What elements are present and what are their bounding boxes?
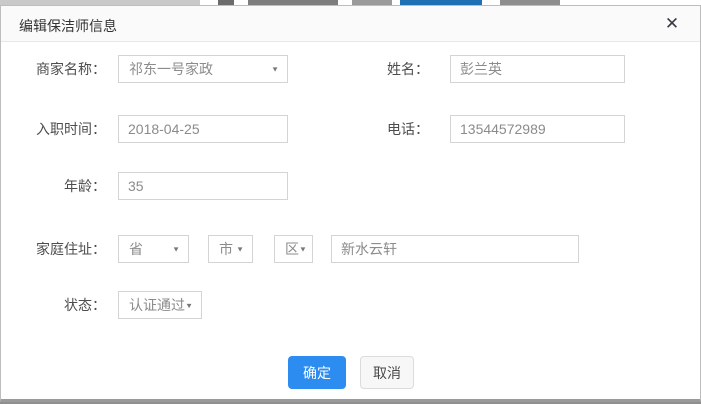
city-select-value: 市 [219, 239, 233, 259]
form-row-address: 家庭住址： 省 ▼ 市 ▼ 区 ▼ [1, 235, 700, 263]
city-select[interactable]: 市 ▼ [208, 235, 253, 263]
province-select[interactable]: 省 ▼ [118, 235, 189, 263]
merchant-select[interactable]: 祁东一号家政 ▼ [118, 55, 288, 83]
edit-housekeeper-dialog: 编辑保洁师信息 ✕ 商家名称： 祁东一号家政 ▼ 姓名： 入职时间： 电话： 年… [0, 5, 701, 402]
phone-label: 电话： [351, 115, 429, 143]
district-select[interactable]: 区 ▼ [274, 235, 313, 263]
district-select-value: 区 [285, 239, 299, 259]
merchant-label: 商家名称： [11, 55, 106, 83]
entry-date-label: 入职时间： [11, 115, 106, 143]
entry-date-input[interactable] [118, 115, 288, 143]
address-detail-input[interactable] [331, 235, 579, 263]
age-label: 年龄： [11, 172, 106, 200]
chevron-down-icon: ▼ [271, 65, 279, 73]
name-label: 姓名： [351, 55, 429, 83]
chevron-down-icon: ▼ [236, 245, 244, 253]
form-row-date-phone: 入职时间： 电话： [1, 115, 700, 143]
phone-input[interactable] [450, 115, 625, 143]
province-select-value: 省 [129, 239, 143, 259]
dialog-title: 编辑保洁师信息 [19, 16, 117, 36]
form-row-merchant-name: 商家名称： 祁东一号家政 ▼ 姓名： [1, 55, 700, 83]
status-select-value: 认证通过 [129, 295, 185, 315]
merchant-select-value: 祁东一号家政 [129, 59, 213, 79]
address-label: 家庭住址： [11, 235, 106, 263]
chevron-down-icon: ▼ [185, 301, 193, 309]
dialog-footer: 确定 取消 [1, 356, 700, 390]
confirm-button[interactable]: 确定 [288, 356, 346, 389]
cancel-button[interactable]: 取消 [360, 356, 414, 389]
form-row-status: 状态： 认证通过 ▼ [1, 291, 700, 319]
chevron-down-icon: ▼ [172, 245, 180, 253]
status-select[interactable]: 认证通过 ▼ [118, 291, 202, 319]
form-row-age: 年龄： [1, 172, 700, 200]
status-label: 状态： [11, 291, 106, 319]
close-icon[interactable]: ✕ [660, 12, 684, 36]
chevron-down-icon: ▼ [299, 245, 307, 253]
name-input[interactable] [450, 55, 625, 83]
age-input[interactable] [118, 172, 288, 200]
dialog-header: 编辑保洁师信息 ✕ [1, 6, 700, 42]
